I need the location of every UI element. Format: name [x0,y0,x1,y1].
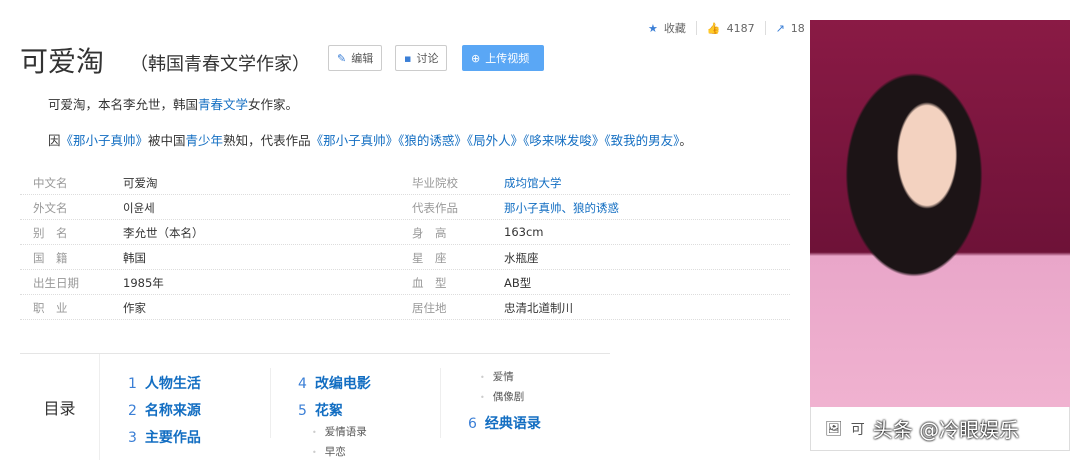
edit-label: 编辑 [351,52,374,65]
info-label: 中文名 [33,176,68,190]
info-value: 忠清北道制川 [504,301,573,315]
text: 。 [679,133,692,148]
watermark: 头条 @冷眼娱乐 [872,418,1020,442]
info-label: 居住地 [412,301,447,315]
toc-number: 2 [128,403,137,419]
toc-item[interactable]: 5 花絮 [298,400,343,420]
share-count[interactable]: 18 [791,22,805,35]
info-row: 国 籍 韩国 星 座 水瓶座 [20,245,790,270]
intro-paragraph-1: 可爱淘，本名李允世，韩国青春文学女作家。 [48,94,298,113]
toc-title: 人物生活 [144,376,201,392]
toc-item[interactable]: 4 改编电影 [298,373,371,393]
toc-heading: 目录 [20,354,100,460]
text: 熟知，代表作品 [223,133,311,148]
toc-title: 主要作品 [144,430,201,446]
toc-item[interactable]: 3 主要作品 [128,427,201,447]
divider [440,368,441,438]
pencil-icon: ✎ [337,51,347,65]
toc-title: 改编电影 [314,376,371,392]
info-label: 别 名 [33,226,68,240]
info-value: 作家 [123,301,146,315]
info-value: 이윤세 [123,201,155,215]
toc-number: 5 [298,403,307,419]
info-label: 星 座 [412,251,447,265]
edit-button[interactable]: ✎ 编辑 [328,45,383,71]
toc-title: 名称来源 [144,403,201,419]
info-value: AB型 [504,276,532,290]
link-work[interactable]: 《那小子真帅》 [311,133,399,148]
page-title: 可爱淘 [20,45,105,78]
info-value: 1985年 [123,276,164,290]
like-count[interactable]: 4187 [727,22,755,35]
info-row: 职 业 作家 居住地 忠清北道制川 [20,295,790,320]
info-row: 别 名 李允世（本名） 身 高 163cm [20,220,790,245]
divider [270,368,271,438]
image-icon: 🖼 [825,420,843,437]
toc-title: 经典语录 [484,416,541,432]
star-icon[interactable]: ★ [648,22,658,35]
info-value: 水瓶座 [504,251,539,265]
info-value: 163cm [504,225,544,239]
upload-label: 上传视频 [485,52,530,65]
info-value-link[interactable]: 成均馆大学 [504,175,562,191]
info-row: 出生日期 1985年 血 型 AB型 [20,270,790,295]
link-work[interactable]: 《狼的诱惑》 [398,133,467,148]
info-label: 出生日期 [33,276,79,290]
photo-caption[interactable]: 🖼 可 头条 @冷眼娱乐 [810,407,1070,451]
info-value-link[interactable]: 那小子真帅、狼的诱惑 [504,200,619,216]
chat-icon: ▪ [404,51,412,65]
toc-number: 1 [128,376,137,392]
info-label: 外文名 [33,201,68,215]
share-icon[interactable]: ↗ [776,22,785,35]
toc-item[interactable]: 1 人物生活 [128,373,201,393]
text: 因 [48,133,61,148]
discuss-label: 讨论 [416,52,439,65]
link-teenager[interactable]: 青少年 [186,133,224,148]
info-label: 身 高 [412,226,447,240]
table-of-contents: 目录 1 人物生活 2 名称来源 3 主要作品 4 改编电影 5 花絮 爱情语录 早恋 爱… [20,353,610,460]
thumbs-up-icon[interactable]: 👍 [707,22,721,35]
plus-circle-icon: ⊕ [471,51,481,65]
text: 被中国 [148,133,186,148]
portrait-photo[interactable] [810,20,1070,407]
toc-subitem[interactable]: 早恋 [312,444,346,459]
toc-subitem[interactable]: 爱情 [480,369,514,384]
info-label: 代表作品 [412,201,458,215]
toc-item[interactable]: 6 经典语录 [468,413,541,433]
toc-title: 花絮 [314,403,343,419]
info-label: 血 型 [412,276,447,290]
toc-number: 4 [298,376,307,392]
info-row: 中文名 可爱淘 毕业院校 成均馆大学 [20,170,790,195]
text: 可爱淘，本名李允世，韩国 [48,97,199,112]
info-label: 职 业 [33,301,68,315]
toc-number: 6 [468,416,477,432]
link-work[interactable]: 《局外人》 [467,133,523,148]
page-actions: ★ 收藏 👍 4187 ↗ 18 [648,20,805,36]
upload-video-button[interactable]: ⊕ 上传视频 [462,45,544,71]
link-youth-literature[interactable]: 青春文学 [198,97,248,112]
toc-item[interactable]: 2 名称来源 [128,400,201,420]
info-value: 韩国 [123,251,146,265]
basic-info-table: 中文名 可爱淘 毕业院校 成均馆大学 外文名 이윤세 代表作品 那小子真帅、狼的诱惑 别 名… [20,170,790,320]
page-subtitle: （韩国青春文学作家） [130,54,310,75]
intro-paragraph-2: 因《那小子真帅》被中国青少年熟知，代表作品《那小子真帅》《狼的诱惑》《局外人》《… [48,130,692,149]
text: 女作家。 [248,97,299,112]
caption-text: 可 [850,421,865,438]
info-row: 外文名 이윤세 代表作品 那小子真帅、狼的诱惑 [20,195,790,220]
info-value: 可爱淘 [123,176,158,190]
toc-subitem[interactable]: 偶像剧 [480,389,525,404]
favorite-button[interactable]: 收藏 [664,20,686,36]
info-value: 李允世（本名） [123,226,204,240]
info-label: 毕业院校 [412,176,458,190]
link-work[interactable]: 《致我的男友》 [604,133,679,148]
link-work[interactable]: 《那小子真帅》 [61,133,149,148]
divider [764,21,766,35]
toc-subitem[interactable]: 爱情语录 [312,424,367,439]
toc-number: 3 [128,430,137,446]
info-label: 国 籍 [33,251,68,265]
link-work[interactable]: 《哆来咪发唆》 [523,133,604,148]
divider [695,21,697,35]
discuss-button[interactable]: ▪ 讨论 [395,45,448,71]
